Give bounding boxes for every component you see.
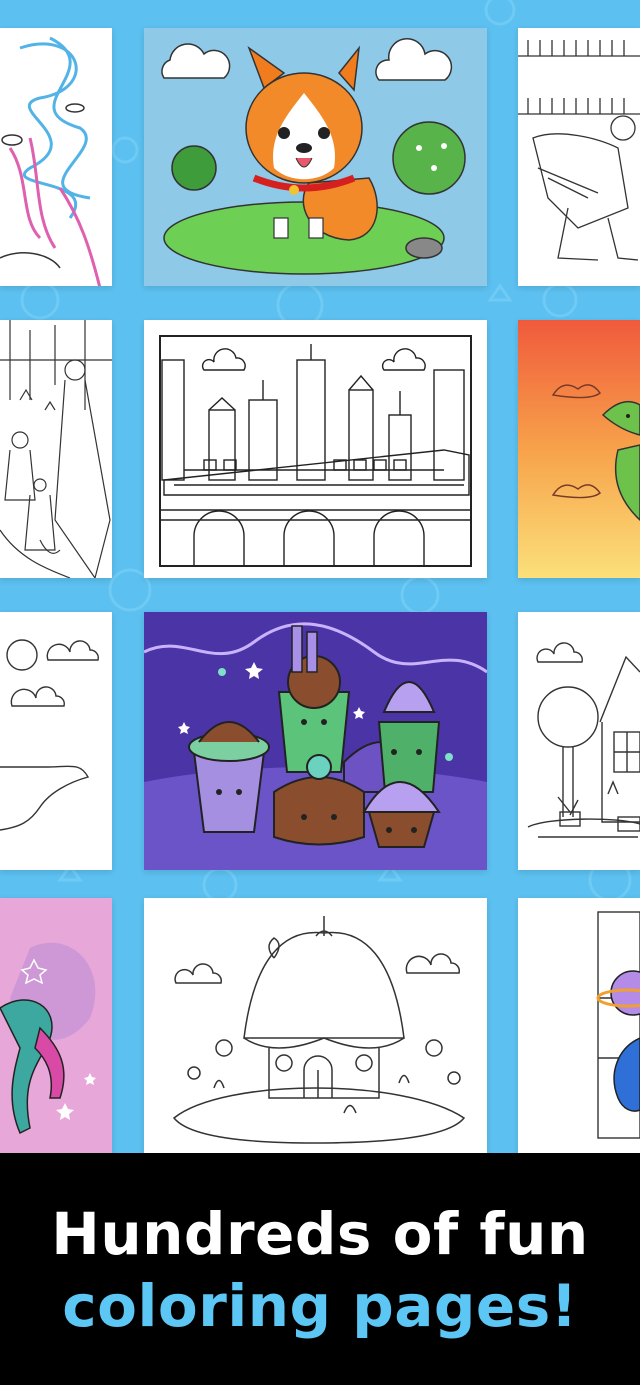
- dragon-artwork: [518, 320, 640, 578]
- coloring-pages-gallery: [0, 0, 640, 1153]
- coloring-page-lake[interactable]: [0, 612, 112, 870]
- coloring-page-dragon[interactable]: [518, 320, 640, 578]
- coloring-page-planet[interactable]: [518, 898, 640, 1153]
- planet-artwork: [596, 911, 640, 1139]
- coloring-page-park-crowd[interactable]: [0, 320, 112, 578]
- cupcakes-artwork: [144, 612, 487, 870]
- coloring-page-hockey-player[interactable]: [518, 28, 640, 286]
- lake-artwork: [0, 639, 99, 831]
- dancer-artwork: [0, 898, 112, 1153]
- coloring-page-flower-house[interactable]: [144, 898, 487, 1153]
- coloring-page-house-garden[interactable]: [518, 612, 640, 870]
- coloring-page-city-train[interactable]: [144, 320, 487, 578]
- coloring-page-sea-scribble[interactable]: [0, 28, 112, 286]
- house-garden-artwork: [527, 642, 640, 838]
- flower-house-artwork: [172, 916, 466, 1144]
- coloring-page-cupcakes[interactable]: [144, 612, 487, 870]
- headline-line-1: Hundreds of fun: [51, 1200, 589, 1268]
- headline-line-2: coloring pages!: [62, 1272, 578, 1340]
- hockey-player-artwork: [518, 40, 640, 261]
- corgi-artwork: [144, 28, 487, 286]
- promo-banner: Hundreds of fun coloring pages!: [0, 1153, 640, 1385]
- coloring-page-corgi[interactable]: [144, 28, 487, 286]
- sea-scribble-artwork: [0, 36, 102, 286]
- city-train-artwork: [159, 335, 472, 567]
- park-crowd-artwork: [0, 320, 112, 578]
- coloring-page-dancer[interactable]: [0, 898, 112, 1153]
